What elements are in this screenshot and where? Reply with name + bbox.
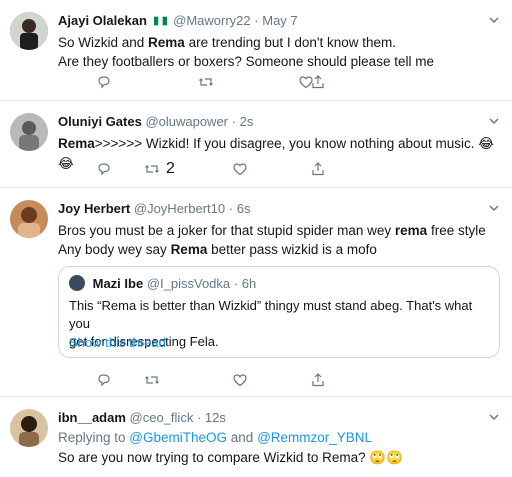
quote-header: Mazi Ibe @I_pissVodka · 6h xyxy=(69,275,256,291)
share-button[interactable] xyxy=(310,161,326,177)
handle[interactable]: @Maworry22 xyxy=(173,13,251,28)
retweet-icon xyxy=(199,78,213,86)
display-name[interactable]: Oluniyi Gates xyxy=(58,114,142,129)
reply-icon xyxy=(98,76,110,89)
separator: · xyxy=(233,276,239,291)
handle[interactable]: @JoyHerbert10 xyxy=(134,201,225,216)
share-button[interactable] xyxy=(310,372,326,388)
timestamp[interactable]: May 7 xyxy=(262,13,297,28)
text-part: Bros you must be a joker for that stupid… xyxy=(58,223,395,238)
timestamp[interactable]: 12s xyxy=(205,410,226,425)
avatar[interactable] xyxy=(10,200,48,238)
text-part: better pass wizkid is a mofo xyxy=(207,242,377,257)
timestamp: 6h xyxy=(241,276,257,291)
timestamp[interactable]: 2s xyxy=(240,114,254,129)
text-part: free style xyxy=(427,223,486,238)
tweet-header: Joy Herbert @JoyHerbert10 · 6s xyxy=(58,200,500,217)
chevron-down-icon[interactable] xyxy=(488,411,500,423)
retweet-count: 2 xyxy=(166,160,175,177)
share-icon xyxy=(312,373,324,387)
tweet-text: Rema>>>>>> Wizkid! If you disagree, you … xyxy=(58,134,500,174)
display-name[interactable]: Mazi Ibe xyxy=(93,276,144,291)
mention-link[interactable]: @GbemiTheOG xyxy=(129,430,227,445)
retweet-button[interactable] xyxy=(144,372,160,388)
display-name[interactable]: ibn__adam xyxy=(58,410,126,425)
reply-button[interactable] xyxy=(96,161,112,177)
retweet-button[interactable]: 2 xyxy=(144,160,175,177)
separator: · xyxy=(254,13,259,28)
replying-prefix: Replying to xyxy=(58,430,130,445)
retweet-icon xyxy=(145,165,159,173)
highlighted-word: rema xyxy=(394,223,428,238)
reply-icon xyxy=(98,374,110,387)
tweet-1[interactable]: Ajayi Olalekan @Maworry22 · May 7 So Wiz… xyxy=(0,0,512,101)
separator: · xyxy=(231,114,236,129)
nigeria-flag-icon xyxy=(153,16,167,26)
highlighted-word: Rema xyxy=(148,35,185,50)
retweet-button[interactable] xyxy=(198,74,214,90)
handle[interactable]: @I_pissVodka xyxy=(147,276,230,291)
reply-icon xyxy=(98,163,110,176)
chevron-down-icon[interactable] xyxy=(488,115,500,127)
text-part: are trending but I don't know them. xyxy=(184,35,397,50)
tweet-2[interactable]: Oluniyi Gates @oluwapower · 2s Rema>>>>>… xyxy=(0,101,512,188)
handle[interactable]: @oluwapower xyxy=(145,114,228,129)
heart-icon xyxy=(233,163,247,176)
replying-to: Replying to @GbemiTheOG and @Remmzor_YBN… xyxy=(58,429,500,446)
tweet-text: So are you now trying to compare Wizkid … xyxy=(58,448,500,468)
handle[interactable]: @ceo_flick xyxy=(130,410,194,425)
text-part: So are you now trying to compare Wizkid … xyxy=(58,450,370,465)
chevron-down-icon[interactable] xyxy=(488,202,500,214)
separator: · xyxy=(228,201,234,216)
share-icon xyxy=(312,75,324,89)
highlighted-word: Rema xyxy=(58,136,95,151)
avatar[interactable] xyxy=(10,409,48,447)
reply-button[interactable] xyxy=(96,74,112,90)
show-thread-link[interactable]: Show this thread xyxy=(69,335,166,350)
tweet-4[interactable]: ibn__adam @ceo_flick · 12s Replying to @… xyxy=(0,397,512,477)
avatar[interactable] xyxy=(10,113,48,151)
display-name[interactable]: Ajayi Olalekan xyxy=(58,13,147,28)
like-button[interactable] xyxy=(232,161,248,177)
text-part: Any body wey say xyxy=(58,242,171,257)
text-part: >>>>>> Wizkid! If you disagree, you know… xyxy=(94,136,479,151)
tweet-3[interactable]: Joy Herbert @JoyHerbert10 · 6s Bros you … xyxy=(0,188,512,397)
separator: · xyxy=(196,410,202,425)
share-button[interactable] xyxy=(310,74,326,90)
text-line: Are they footballers or boxers? Someone … xyxy=(58,54,434,69)
display-name[interactable]: Joy Herbert xyxy=(58,201,130,216)
share-icon xyxy=(312,162,324,176)
retweet-icon xyxy=(145,376,159,384)
text-line: This “Rema is better than Wizkid” thingy… xyxy=(69,298,473,331)
heart-icon xyxy=(233,374,247,387)
tweet-header: Ajayi Olalekan @Maworry22 · May 7 xyxy=(58,12,500,29)
timestamp[interactable]: 6s xyxy=(237,201,251,216)
tweet-text: So Wizkid and Rema are trending but I do… xyxy=(58,33,500,71)
highlighted-word: Rema xyxy=(170,242,208,257)
tweet-header: ibn__adam @ceo_flick · 12s xyxy=(58,409,500,426)
tweet-header: Oluniyi Gates @oluwapower · 2s xyxy=(58,113,500,130)
avatar[interactable] xyxy=(10,12,48,50)
text-part: So Wizkid and xyxy=(58,35,149,50)
reply-button[interactable] xyxy=(96,372,112,388)
avatar[interactable] xyxy=(69,275,85,291)
emoji: 🙄🙄 xyxy=(369,450,404,466)
tweet-text: Bros you must be a joker for that stupid… xyxy=(58,221,500,259)
mention-link[interactable]: @Remmzor_YBNL xyxy=(257,430,372,445)
chevron-down-icon[interactable] xyxy=(488,14,500,26)
text-part: and xyxy=(227,430,258,445)
quoted-tweet[interactable]: Mazi Ibe @I_pissVodka · 6h This “Rema is… xyxy=(58,266,500,358)
like-button[interactable] xyxy=(232,372,248,388)
